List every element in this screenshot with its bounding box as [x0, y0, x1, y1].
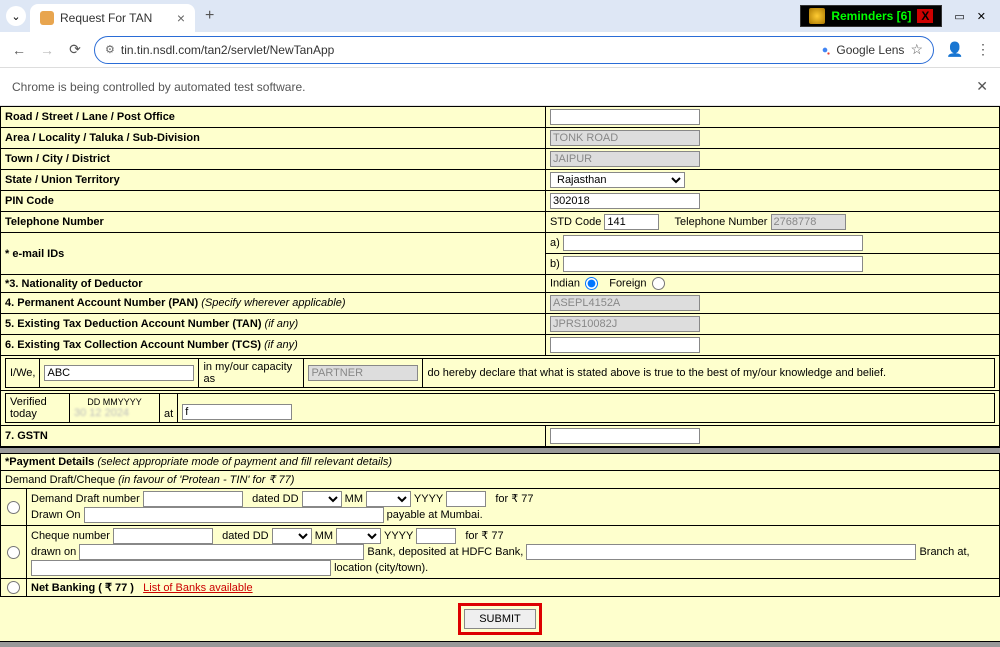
- declaration-row: I/We, in my/our capacity as do hereby de…: [1, 356, 1000, 391]
- google-lens-button[interactable]: Google Lens: [818, 43, 904, 57]
- dd-cheque-header: Demand Draft/Cheque (in favour of 'Prote…: [1, 471, 1000, 489]
- label-nationality: *3. Nationality of Deductor: [1, 275, 546, 293]
- automation-info-bar: Chrome is being controlled by automated …: [0, 68, 1000, 106]
- cheque-number-input[interactable]: [113, 528, 213, 544]
- email-a-input[interactable]: [563, 235, 863, 251]
- label-state: State / Union Territory: [1, 170, 546, 191]
- window-restore-icon[interactable]: ▭: [954, 10, 964, 23]
- verified-date: 30 12 2024: [74, 407, 129, 419]
- std-input[interactable]: [604, 214, 659, 230]
- forward-button[interactable]: →: [38, 42, 56, 58]
- tab-dropdown[interactable]: ⌄: [6, 6, 26, 26]
- label-pin: PIN Code: [1, 191, 546, 212]
- verified-row: Verified today DD MMYYYY30 12 2024 at: [1, 391, 1000, 426]
- label-tan: 5. Existing Tax Deduction Account Number…: [1, 314, 546, 335]
- window-close-icon[interactable]: ✕: [977, 10, 986, 23]
- cheque-yyyy-input[interactable]: [416, 528, 456, 544]
- area-input[interactable]: [550, 130, 700, 146]
- label-town: Town / City / District: [1, 149, 546, 170]
- browser-toolbar: ← → ⟳ ⚙ tin.tin.nsdl.com/tan2/servlet/Ne…: [0, 32, 1000, 68]
- state-select[interactable]: Rajasthan: [550, 172, 685, 188]
- reminders-icon: [809, 8, 825, 24]
- hdfc-branch-input[interactable]: [526, 544, 916, 560]
- nationality-foreign-radio[interactable]: [652, 277, 665, 290]
- tab-favicon: [40, 11, 54, 25]
- tab-title: Request For TAN: [60, 11, 177, 25]
- payment-netbanking-radio[interactable]: [7, 581, 20, 594]
- lens-icon: [818, 43, 832, 57]
- label-pan: 4. Permanent Account Number (PAN) (Speci…: [1, 293, 546, 314]
- pan-input[interactable]: [550, 295, 700, 311]
- chrome-menu-button[interactable]: ⋮: [976, 41, 990, 58]
- submit-button[interactable]: SUBMIT: [464, 609, 536, 629]
- cheque-dd-select[interactable]: [272, 528, 312, 544]
- reminders-close-icon[interactable]: X: [917, 9, 933, 23]
- info-bar-close-icon[interactable]: ✕: [976, 78, 988, 95]
- new-tab-button[interactable]: +: [205, 7, 214, 25]
- list-banks-link[interactable]: List of Banks available: [143, 582, 252, 594]
- payment-header: *Payment Details (select appropriate mod…: [1, 454, 1000, 471]
- bookmark-icon[interactable]: ☆: [910, 41, 923, 58]
- cheque-row: Cheque number dated DD MM YYYY for ₹ 77 …: [27, 526, 1000, 579]
- telephone-input[interactable]: [771, 214, 846, 230]
- pin-input[interactable]: [550, 193, 700, 209]
- back-button[interactable]: ←: [10, 42, 28, 58]
- address-bar[interactable]: ⚙ tin.tin.nsdl.com/tan2/servlet/NewTanAp…: [94, 36, 934, 64]
- label-gstn: 7. GSTN: [1, 426, 546, 447]
- tab-close-icon[interactable]: ×: [177, 10, 185, 26]
- tan-form: Road / Street / Lane / Post Office Area …: [0, 106, 1000, 647]
- tan-input[interactable]: [550, 316, 700, 332]
- dd-drawn-on-input[interactable]: [84, 507, 384, 523]
- town-input[interactable]: [550, 151, 700, 167]
- verified-place-input[interactable]: [182, 404, 292, 420]
- label-telephone: Telephone Number: [1, 212, 546, 233]
- site-settings-icon[interactable]: ⚙: [105, 43, 115, 56]
- capacity-input[interactable]: [308, 365, 418, 381]
- tab-bar: ⌄ Request For TAN × + Reminders [6] X ▭ …: [0, 0, 1000, 32]
- reload-button[interactable]: ⟳: [66, 41, 84, 58]
- dd-number-input[interactable]: [143, 491, 243, 507]
- dd-mm-select[interactable]: [366, 491, 411, 507]
- tcs-input[interactable]: [550, 337, 700, 353]
- cheque-mm-select[interactable]: [336, 528, 381, 544]
- url-text: tin.tin.nsdl.com/tan2/servlet/NewTanApp: [121, 43, 819, 57]
- label-area: Area / Locality / Taluka / Sub-Division: [1, 128, 546, 149]
- profile-button[interactable]: 👤: [944, 39, 966, 61]
- cheque-location-input[interactable]: [31, 560, 331, 576]
- nationality-indian-radio[interactable]: [585, 277, 598, 290]
- dd-row: Demand Draft number dated DD MM YYYY for…: [27, 489, 1000, 526]
- netbanking-row: Net Banking ( ₹ 77 ) List of Banks avail…: [27, 579, 1000, 597]
- reminders-widget[interactable]: Reminders [6] X: [800, 5, 942, 27]
- label-tcs: 6. Existing Tax Collection Account Numbe…: [1, 335, 546, 356]
- declarant-name-input[interactable]: [44, 365, 194, 381]
- label-email: * e-mail IDs: [1, 233, 546, 275]
- dd-dd-select[interactable]: [302, 491, 342, 507]
- browser-tab[interactable]: Request For TAN ×: [30, 4, 195, 32]
- label-road: Road / Street / Lane / Post Office: [1, 107, 546, 128]
- cheque-drawn-on-input[interactable]: [79, 544, 364, 560]
- payment-cheque-radio[interactable]: [7, 546, 20, 559]
- email-b-input[interactable]: [563, 256, 863, 272]
- gstn-input[interactable]: [550, 428, 700, 444]
- payment-dd-radio[interactable]: [7, 501, 20, 514]
- dd-yyyy-input[interactable]: [446, 491, 486, 507]
- road-input[interactable]: [550, 109, 700, 125]
